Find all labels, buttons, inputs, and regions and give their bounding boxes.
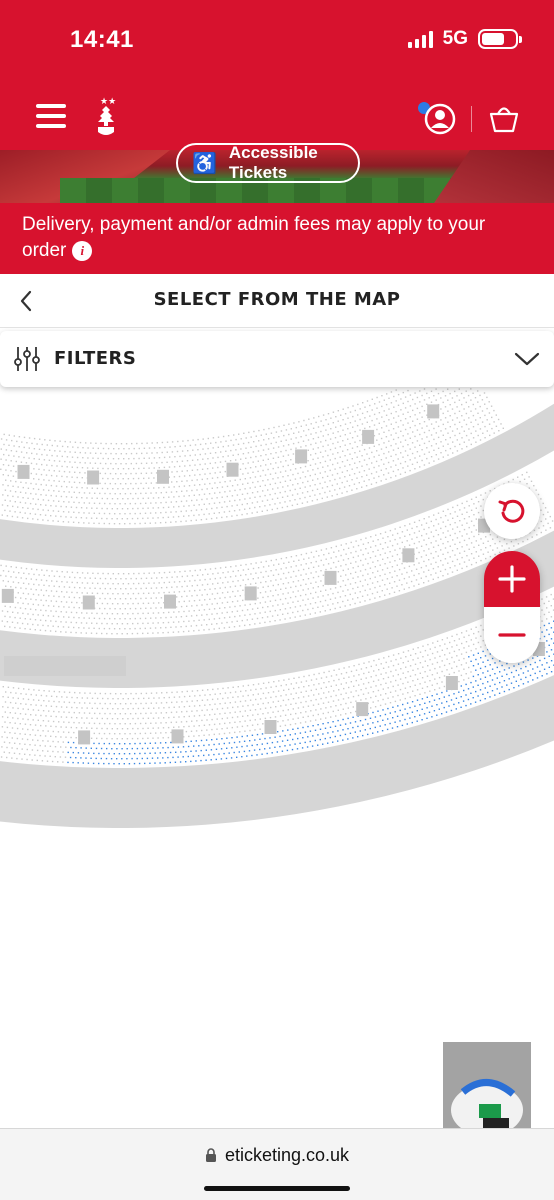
aisle-block	[226, 462, 239, 477]
filters-bar[interactable]: FILTERS	[0, 331, 554, 387]
aisle-block	[295, 449, 308, 464]
lock-icon	[205, 1148, 216, 1162]
aisle-block	[17, 464, 30, 479]
stadium-overview-minimap[interactable]	[443, 1042, 531, 1128]
aisle-block	[171, 729, 184, 744]
aisle-block	[1, 588, 14, 603]
aisle-block	[362, 429, 375, 444]
app-header: ★★	[0, 84, 554, 150]
battery-icon	[478, 29, 522, 49]
seat-map[interactable]	[0, 328, 554, 1128]
filters-label: FILTERS	[54, 348, 137, 369]
aisle-block	[87, 470, 100, 485]
aisle-block	[244, 586, 257, 601]
minus-icon	[498, 633, 526, 637]
aisle-block	[356, 702, 369, 717]
signal-icon	[407, 30, 433, 48]
aisle-block	[82, 595, 95, 610]
aisle-block	[264, 720, 277, 734]
aisle-block	[164, 594, 176, 609]
reset-view-icon	[498, 499, 525, 523]
aisle-block	[78, 730, 91, 745]
status-bar: 14:41 5G	[0, 0, 554, 84]
shopping-basket-icon[interactable]	[487, 101, 521, 135]
aisle-block	[402, 548, 415, 563]
zoom-controls	[484, 551, 540, 663]
accessible-tickets-label: Accessible Tickets	[228, 143, 318, 182]
accessible-tickets-button[interactable]: ♿ Accessible Tickets	[176, 143, 360, 183]
aisle-block	[157, 469, 169, 484]
page-header: SELECT FROM THE MAP	[0, 274, 554, 328]
network-type: 5G	[442, 28, 468, 49]
hamburger-menu-icon[interactable]	[36, 104, 66, 128]
wheelchair-icon: ♿	[192, 152, 217, 175]
aisle-block	[445, 676, 458, 690]
aisle-block	[427, 404, 440, 419]
reset-view-button[interactable]	[484, 483, 540, 539]
club-crest-logo[interactable]: ★★	[92, 96, 120, 140]
sliders-icon	[14, 347, 40, 371]
zoom-out-button[interactable]	[484, 607, 540, 663]
tunnel-block	[4, 656, 126, 676]
status-time: 14:41	[70, 26, 134, 53]
plus-icon	[498, 565, 526, 593]
browser-url: eticketing.co.uk	[224, 1145, 350, 1165]
aisle-block	[324, 570, 337, 585]
seat-map-canvas[interactable]	[0, 328, 554, 1128]
info-icon[interactable]: i	[72, 240, 93, 261]
header-divider	[471, 106, 472, 132]
zoom-in-button[interactable]	[484, 551, 540, 607]
page-title: SELECT FROM THE MAP	[153, 289, 401, 310]
user-account-icon[interactable]	[423, 102, 457, 136]
svg-text:★★: ★★	[100, 97, 116, 107]
status-indicators: 5G	[407, 28, 522, 50]
home-indicator	[204, 1186, 350, 1191]
chevron-down-icon[interactable]	[514, 349, 540, 369]
fee-notice: Delivery, payment and/or admin fees may …	[0, 203, 554, 274]
